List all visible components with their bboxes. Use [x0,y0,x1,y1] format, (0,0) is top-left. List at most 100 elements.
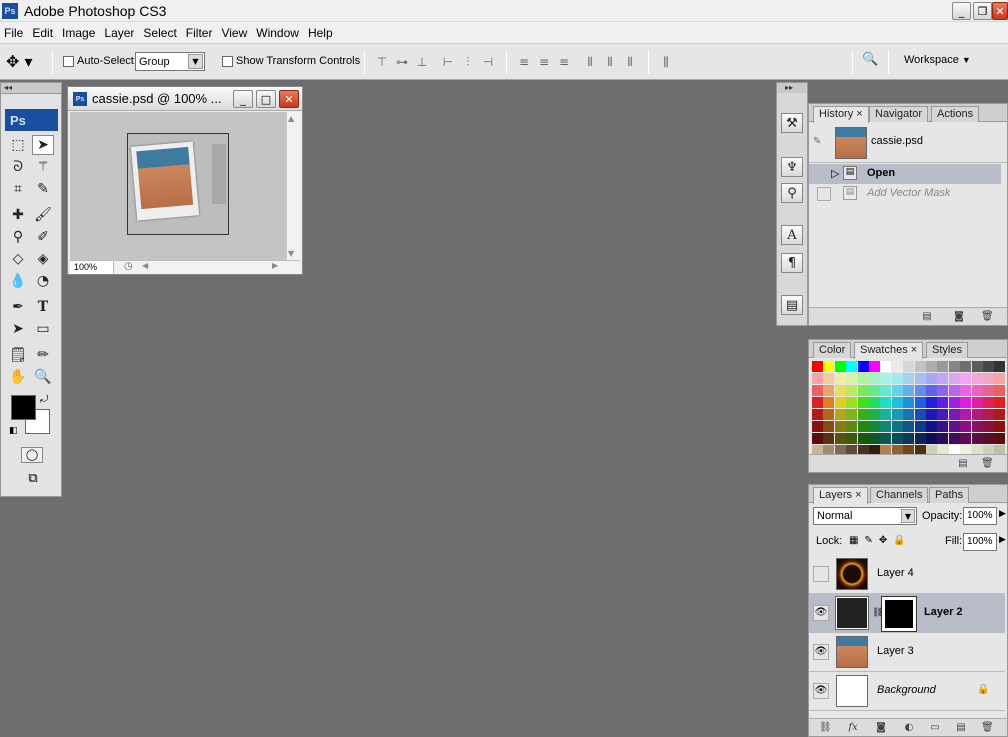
swatch[interactable] [948,385,960,396]
swatch[interactable] [891,421,903,432]
layer-row-layer-3[interactable]: 👁 Layer 3 [809,633,1005,672]
eye-icon[interactable]: 👁 [813,683,829,699]
swatch[interactable] [812,373,823,384]
crop-tool-icon[interactable]: ⌗ [7,179,29,199]
swatch[interactable] [869,409,880,420]
swatch[interactable] [834,373,846,384]
swatch[interactable] [971,385,983,396]
blur-tool-icon[interactable]: 💧 [7,271,29,291]
swatch[interactable] [983,397,994,408]
swatch[interactable] [983,409,994,420]
zoom-field[interactable]: 100% [70,261,114,274]
swatch[interactable] [846,361,858,372]
swatch[interactable] [971,421,983,432]
path-selection-tool-icon[interactable]: ➤ [7,319,29,339]
bridge-icon[interactable]: 🔍 [862,52,884,72]
swatch[interactable] [823,397,835,408]
eye-icon[interactable]: 👁 [813,605,829,621]
swatch[interactable] [948,373,960,384]
tab-layers[interactable]: Layers × [813,487,868,504]
swatch[interactable] [994,361,1006,372]
eye-icon[interactable]: 👁 [813,644,829,660]
swatch[interactable] [857,421,869,432]
fill-field[interactable]: 100% [963,533,997,551]
healing-brush-tool-icon[interactable]: ✚ [7,205,29,225]
swatch[interactable] [948,409,960,420]
new-layer-icon[interactable]: ▤ [955,722,967,733]
swatch[interactable] [846,385,858,396]
swatch[interactable] [857,397,869,408]
show-transform-checkbox[interactable] [222,56,233,67]
paint-bucket-tool-icon[interactable]: ◈ [32,249,54,269]
swatch[interactable] [948,433,960,444]
history-item[interactable]: ▷ ▤ Open [809,164,1001,184]
layer-style-icon[interactable]: fx [847,722,859,733]
swatch[interactable] [812,421,823,432]
toolbox-collapse-icon[interactable]: ◂◂ [1,83,61,94]
swatch[interactable] [937,385,949,396]
hand-tool-icon[interactable]: ✋ [7,367,29,387]
swatch[interactable] [812,433,823,444]
trash-icon[interactable]: 🗑 [981,311,994,322]
magic-wand-tool-icon[interactable]: ⚚ [32,157,54,177]
move-tool-preset-icon[interactable]: ✥ ▾ [6,52,42,72]
swatch[interactable] [857,433,869,444]
swatch[interactable] [857,361,869,372]
trash-icon[interactable]: 🗑 [981,458,994,469]
swatch[interactable] [857,409,869,420]
swatch[interactable] [846,397,858,408]
swatch[interactable] [960,385,972,396]
swatch[interactable] [823,433,835,444]
swatch[interactable] [834,409,846,420]
swatch[interactable] [960,361,972,372]
layer-row-background[interactable]: 👁 Background 🔒 [809,672,1005,711]
align-left-icon[interactable]: ⊢ [440,54,456,70]
opacity-slider-arrow-icon[interactable]: ▶ [999,509,1006,519]
dock-expand-icon[interactable]: ▸▸ [777,83,807,93]
swatch[interactable] [880,421,892,432]
swatch[interactable] [983,361,994,372]
swatch[interactable] [994,373,1006,384]
slice-tool-icon[interactable]: ✎ [32,179,54,199]
tab-actions[interactable]: Actions [931,106,980,122]
swatch[interactable] [903,361,915,372]
swatch[interactable] [869,421,880,432]
swatch[interactable] [834,433,846,444]
swatch[interactable] [869,373,880,384]
swatch[interactable] [914,433,926,444]
scroll-right-icon[interactable]: ▶ [272,261,278,270]
default-colors-icon[interactable]: ◧ [9,426,18,436]
swatch[interactable] [926,433,937,444]
trash-icon[interactable]: 🗑 [981,722,994,733]
clone-source-panel-icon[interactable]: ⚲ [781,183,803,203]
distribute-right-icon[interactable]: ⦀ [622,54,638,70]
swatch[interactable] [846,373,858,384]
swatch[interactable] [846,433,858,444]
history-source-checkbox[interactable] [817,187,831,201]
swatch[interactable] [869,385,880,396]
swatch[interactable] [971,361,983,372]
zoom-tool-icon[interactable]: 🔍 [32,367,54,387]
clone-stamp-tool-icon[interactable]: ⚲ [7,227,29,247]
tab-color[interactable]: Color [813,342,852,358]
swatch[interactable] [971,397,983,408]
auto-select-dropdown[interactable]: Group ▼ [135,52,205,71]
document-close-button[interactable]: ✕ [279,90,299,108]
swatch[interactable] [823,361,835,372]
swatch[interactable] [812,397,823,408]
swatch[interactable] [869,361,880,372]
swatch[interactable] [846,421,858,432]
swatch[interactable] [880,433,892,444]
shape-tool-icon[interactable]: ▭ [32,319,54,339]
swatch[interactable] [891,409,903,420]
screen-mode-icon[interactable]: ⧉ [21,471,45,487]
swatch[interactable] [914,373,926,384]
new-document-from-state-icon[interactable]: ▤ [921,311,933,322]
link-layers-icon[interactable]: ⛓ [819,722,832,733]
swatch[interactable] [971,409,983,420]
add-mask-icon[interactable]: ◙ [875,722,887,733]
scroll-left-icon[interactable]: ◀ [142,261,148,270]
tab-channels[interactable]: Channels [870,487,929,503]
distribute-bottom-icon[interactable]: ≡ [556,54,572,70]
swatch[interactable] [960,397,972,408]
